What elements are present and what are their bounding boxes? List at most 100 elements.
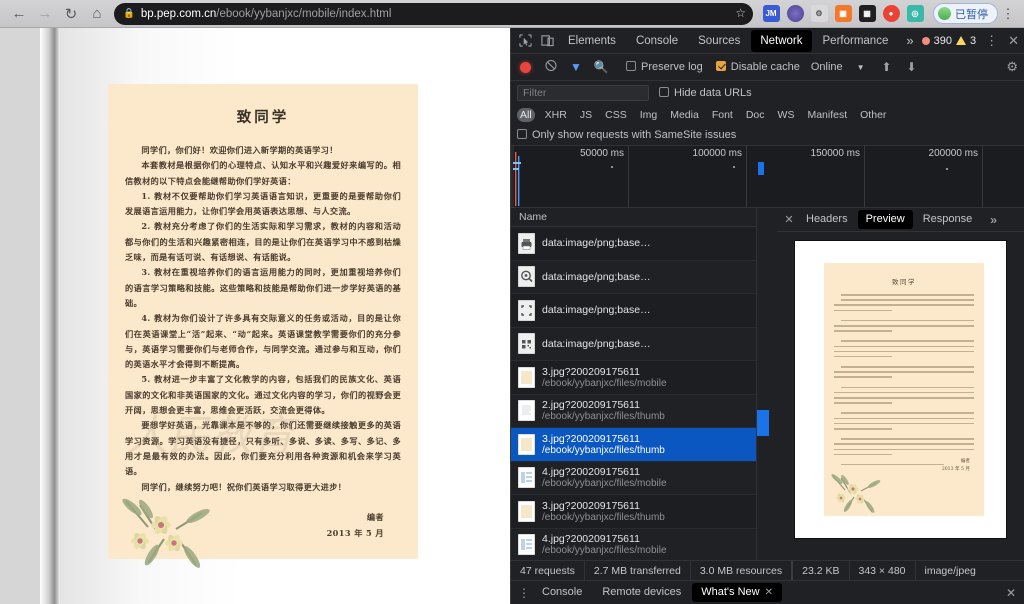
type-filter-other[interactable]: Other: [857, 108, 889, 122]
back-arrow-icon[interactable]: ←: [6, 1, 32, 27]
forward-arrow-icon[interactable]: →: [32, 1, 58, 27]
status-requests: 47 requests: [511, 560, 585, 581]
tab-performance[interactable]: Performance: [814, 30, 898, 52]
chrome-menu-icon[interactable]: ⋮: [998, 7, 1018, 20]
status-size: 23.2 KB: [793, 560, 850, 581]
home-icon[interactable]: ⌂: [84, 1, 110, 27]
error-icon: [921, 36, 930, 45]
jm-extension-icon[interactable]: JM: [762, 5, 780, 22]
table-row[interactable]: 4.jpg?200209175611 /ebook/yybanjxc/files…: [511, 529, 756, 561]
request-path: /ebook/yybanjxc/files/thumb: [542, 444, 665, 456]
type-filter-css[interactable]: CSS: [602, 108, 630, 122]
column-header-name[interactable]: Name: [511, 208, 756, 227]
page-paragraph: 要想学好英语，光靠课本是不够的，你们还需要继续接触更多的英语学习资源。学习英语没…: [125, 420, 401, 477]
tab-response[interactable]: Response: [915, 210, 981, 229]
hide-data-urls-checkbox[interactable]: Hide data URLs: [659, 86, 752, 99]
import-har-icon[interactable]: ⬆: [876, 60, 898, 74]
tab-sources[interactable]: Sources: [689, 30, 749, 52]
tab-network[interactable]: Network: [751, 29, 812, 52]
filter-input[interactable]: Filter: [517, 84, 649, 101]
translate-extension-icon[interactable]: ◎: [906, 5, 924, 22]
record-stop-icon[interactable]: [520, 61, 531, 73]
page-title: 致同学: [236, 109, 290, 126]
request-path: /ebook/yybanjxc/files/mobile: [542, 377, 667, 389]
reload-icon[interactable]: ↻: [58, 1, 84, 27]
request-name: 3.jpg?200209175611: [542, 499, 640, 512]
type-filter-js[interactable]: JS: [577, 108, 595, 122]
bookmark-star-icon[interactable]: ☆: [735, 6, 746, 20]
more-detail-tabs-icon[interactable]: »: [982, 213, 1005, 227]
close-tab-icon[interactable]: ✕: [765, 583, 773, 602]
preserve-log-checkbox[interactable]: Preserve log: [626, 61, 703, 73]
throttling-dropdown[interactable]: Online ▼: [811, 61, 865, 73]
page-paragraph: 2. 教材充分考虑了你们的生活实际和学习需求，教材的内容和活动都与你们的生活和兴…: [125, 221, 401, 263]
web-page-viewport: 人民教育 致同学 同学们，你们好！欢迎你们进入新学期的英语学习！ 本套教材是根据…: [0, 28, 510, 604]
more-options-icon[interactable]: ⋮: [980, 34, 1003, 47]
avatar: [938, 7, 951, 20]
circle-extension-icon[interactable]: [786, 5, 804, 22]
request-text: data:image/png;base…: [542, 237, 651, 249]
gear-icon[interactable]: ⚙: [1006, 59, 1018, 75]
table-row[interactable]: 4.jpg?200209175611 /ebook/yybanjxc/files…: [511, 462, 756, 495]
tab-headers[interactable]: Headers: [798, 210, 856, 229]
type-filter-doc[interactable]: Doc: [743, 108, 768, 122]
issue-counters[interactable]: 390 3: [921, 34, 980, 47]
type-filter-media[interactable]: Media: [667, 108, 702, 122]
profile-status-pill[interactable]: 已暂停: [933, 3, 998, 24]
request-name: 2.jpg?200209175611: [542, 399, 640, 412]
overview-dot: [733, 166, 735, 168]
drawer-more-icon[interactable]: ⋮: [517, 587, 531, 599]
drawer-tab-whats-new[interactable]: What's New ✕: [692, 583, 782, 602]
type-filter-xhr[interactable]: XHR: [542, 108, 570, 122]
table-row[interactable]: 3.jpg?200209175611 /ebook/yybanjxc/files…: [511, 428, 756, 462]
close-drawer-icon[interactable]: ✕: [1006, 586, 1024, 600]
throttling-value: Online: [810, 61, 843, 73]
disable-cache-checkbox[interactable]: Disable cache: [715, 61, 800, 73]
error-count: 390: [933, 34, 952, 47]
status-dimensions: 343 × 480: [850, 560, 916, 581]
close-devtools-icon[interactable]: ✕: [1003, 33, 1024, 49]
table-row[interactable]: data:image/png;base…: [511, 227, 756, 261]
type-filter-ws[interactable]: WS: [775, 108, 798, 122]
overview-dot: [611, 166, 613, 168]
address-bar[interactable]: 🔒 bp.pep.com.cn/ebook/yybanjxc/mobile/in…: [114, 2, 753, 25]
type-filter-manifest[interactable]: Manifest: [804, 108, 850, 122]
qrcode-extension-icon[interactable]: ▦: [858, 5, 876, 22]
overview-tick: 100000 ms: [629, 146, 747, 208]
gear-extension-icon[interactable]: ⚙: [810, 5, 828, 22]
type-filter-all[interactable]: All: [517, 107, 535, 122]
close-detail-icon[interactable]: ✕: [782, 213, 796, 226]
table-row[interactable]: data:image/png;base…: [511, 328, 756, 361]
checkbox-box: [517, 129, 527, 139]
preview-title: 致同学: [892, 278, 916, 286]
device-toolbar-icon[interactable]: [537, 30, 559, 52]
type-filter-img[interactable]: Img: [637, 108, 661, 122]
table-row[interactable]: 3.jpg?200209175611 /ebook/yybanjxc/files…: [511, 495, 756, 529]
table-row[interactable]: data:image/png;base…: [511, 294, 756, 328]
filter-row: Filter Hide data URLs: [511, 81, 1024, 104]
drawer-tab-remote-devices[interactable]: Remote devices: [593, 583, 690, 602]
waterfall-pane[interactable]: [757, 208, 777, 560]
request-list[interactable]: data:image/png;base… data:image/png;base…: [511, 227, 756, 560]
network-overview-timeline[interactable]: 50000 ms 100000 ms 150000 ms 200000 ms: [511, 146, 1024, 208]
red-dot-extension-icon[interactable]: ●: [882, 5, 900, 22]
inspect-element-icon[interactable]: [515, 30, 537, 52]
tab-elements[interactable]: Elements: [559, 30, 625, 52]
orange-grid-extension-icon[interactable]: ▦: [834, 5, 852, 22]
export-har-icon[interactable]: ⬇: [901, 60, 923, 74]
tab-console[interactable]: Console: [627, 30, 687, 52]
network-body: Name data:image/png;base… data:image/png…: [511, 208, 1024, 560]
table-row[interactable]: 2.jpg?200209175611 /ebook/yybanjxc/files…: [511, 395, 756, 428]
tab-preview[interactable]: Preview: [857, 210, 913, 229]
samesite-checkbox[interactable]: Only show requests with SameSite issues: [517, 129, 736, 141]
search-icon[interactable]: 🔍: [590, 60, 612, 74]
page-paragraph: 1. 教材不仅要帮助你们学习英语语言知识，更重要的是要帮助你们发展语言运用能力，…: [125, 190, 401, 217]
table-row[interactable]: 3.jpg?200209175611 /ebook/yybanjxc/files…: [511, 361, 756, 395]
table-row[interactable]: data:image/png;base…: [511, 261, 756, 294]
status-transferred: 2.7 MB transferred: [585, 560, 691, 581]
drawer-tab-console[interactable]: Console: [533, 583, 591, 602]
type-filter-font[interactable]: Font: [709, 108, 736, 122]
more-tabs-icon[interactable]: »: [898, 33, 921, 48]
clear-requests-icon[interactable]: 🛇: [540, 57, 562, 78]
filter-funnel-icon[interactable]: ▼: [565, 60, 587, 74]
